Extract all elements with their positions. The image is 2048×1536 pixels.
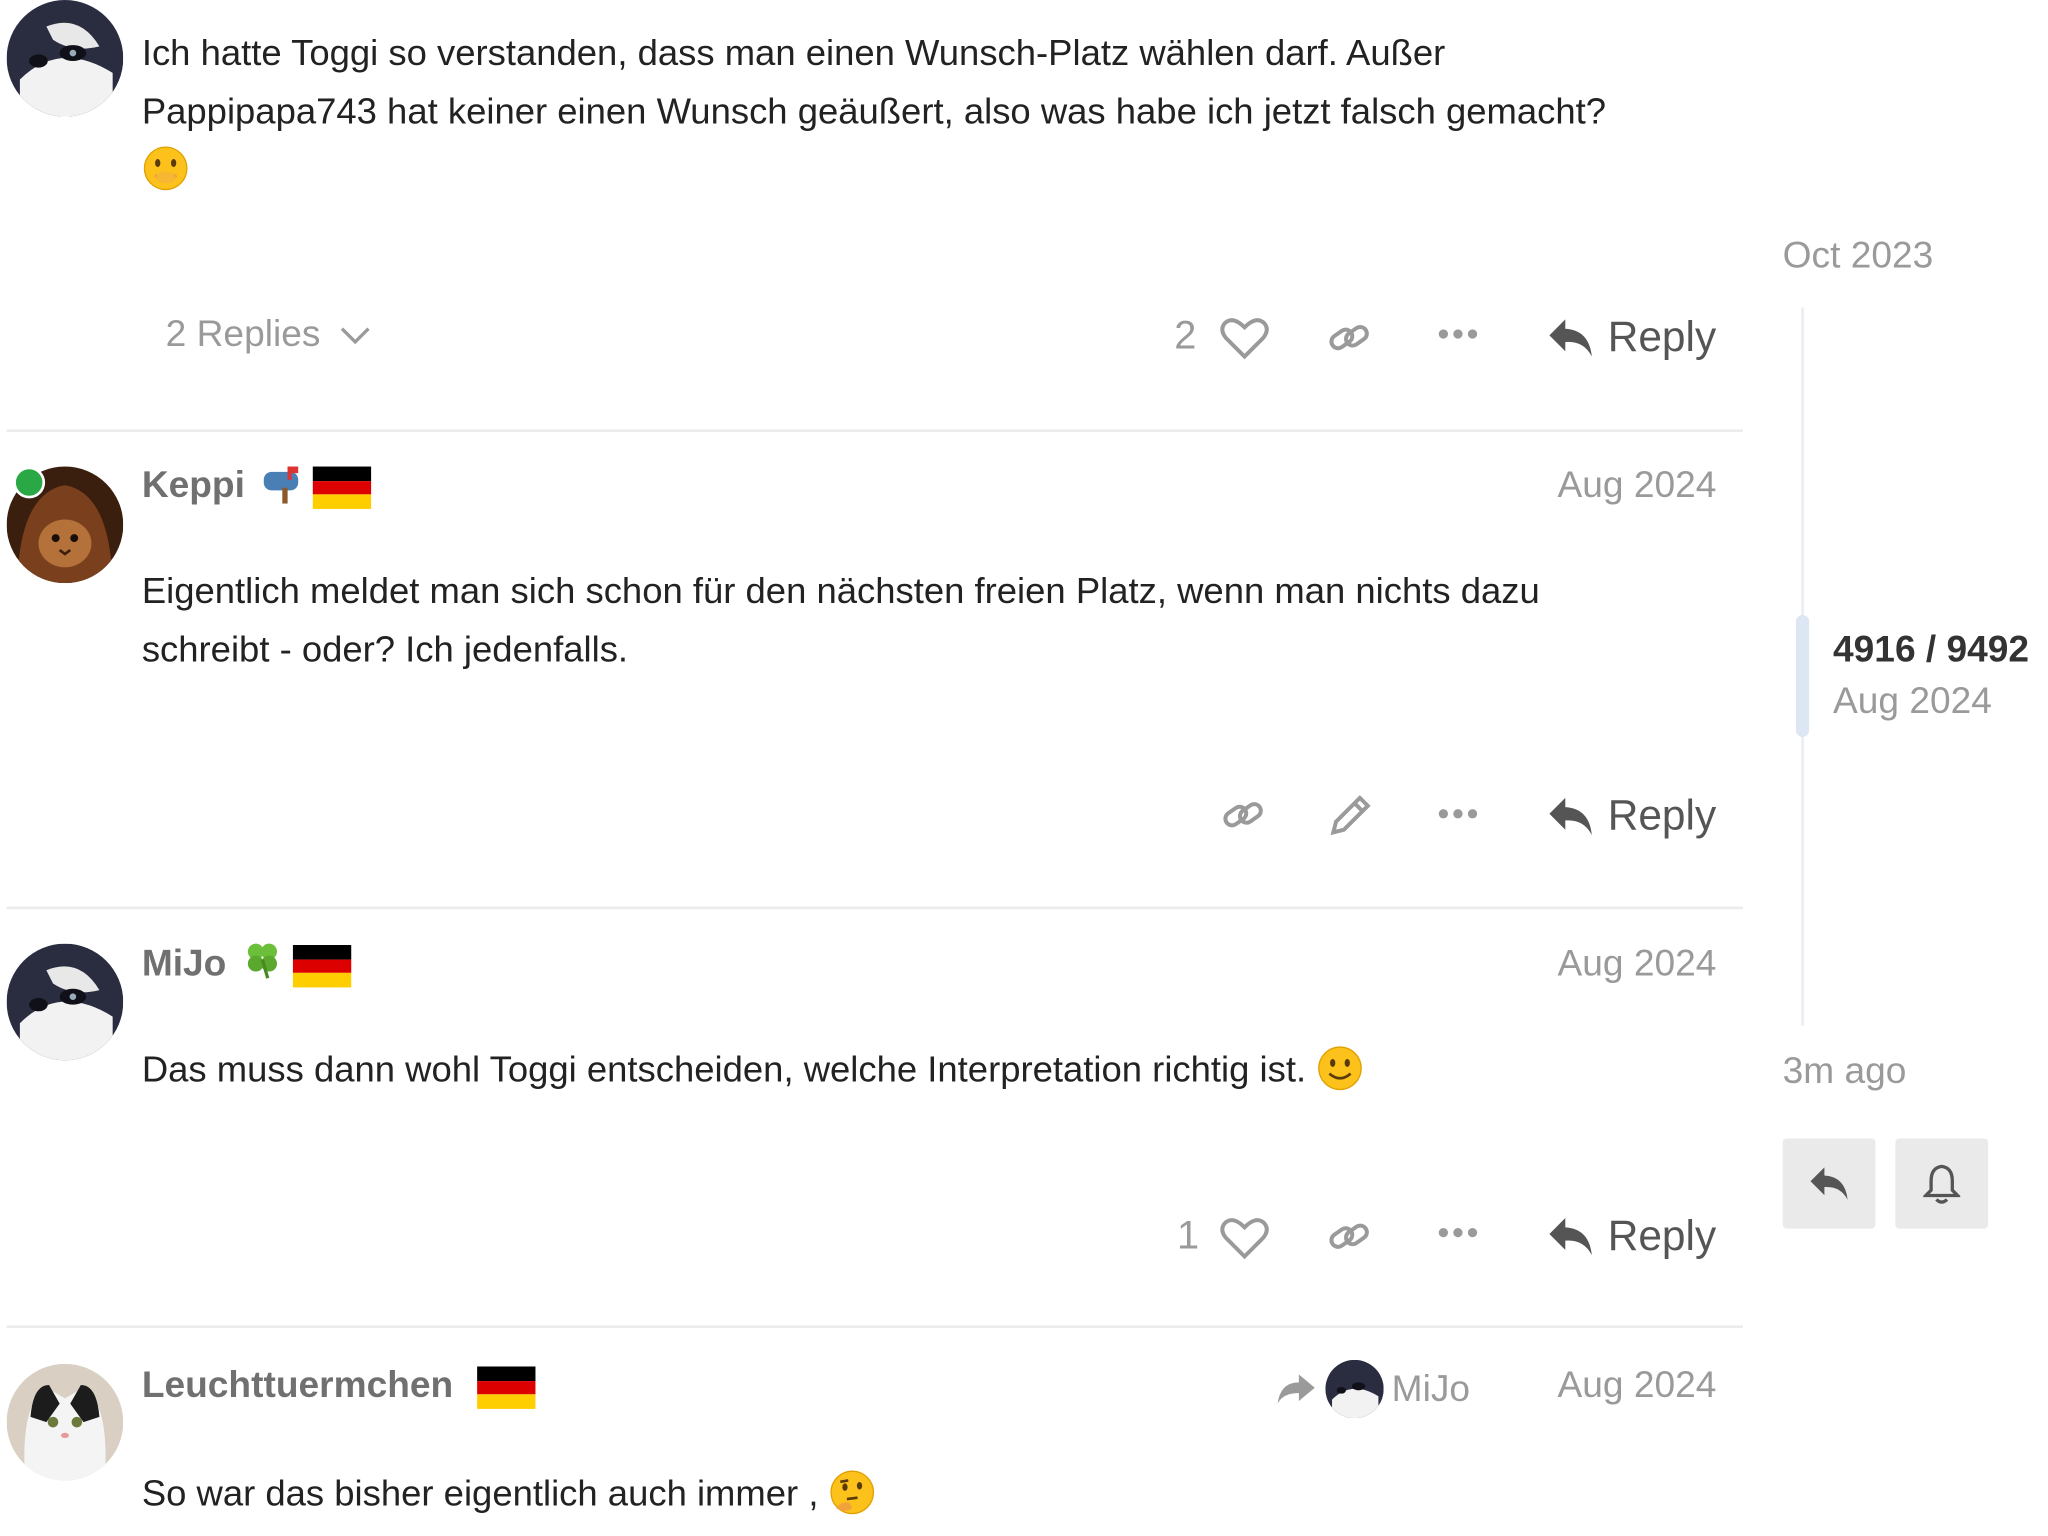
post-date[interactable]: Aug 2024 (1557, 942, 1716, 984)
post-text-line: Ich hatte Toggi so verstanden, dass man … (141, 31, 1446, 73)
bell-icon (1923, 1164, 1961, 1204)
post-username[interactable]: Leuchttuermchen (142, 1364, 453, 1406)
reply-to-avatar (1325, 1359, 1384, 1419)
timeline-scroll-handle[interactable] (1795, 614, 1810, 737)
timeline-position: 4916 / 9492 (1833, 628, 2030, 670)
post-divider (6, 906, 1743, 910)
notification-bell-button[interactable] (1895, 1138, 1989, 1229)
post-body: Eigentlich meldet man sich schon für den… (142, 562, 1732, 679)
timeline-end-label[interactable]: 3m ago (1783, 1050, 1907, 1092)
reply-arrow-icon (1810, 1167, 1848, 1200)
thinking-face-icon (829, 1470, 877, 1515)
avatar-mijo[interactable] (6, 943, 124, 1061)
slightly-smiling-face-icon (1316, 1046, 1364, 1091)
chevron-down-icon (339, 313, 371, 355)
more-options-icon[interactable] (1437, 326, 1479, 342)
mailbox-icon (261, 464, 303, 510)
post-body: Ich hatte Toggi so verstanden, dass man … (142, 24, 1732, 199)
link-icon[interactable] (1327, 318, 1372, 358)
like-count[interactable]: 1 (1177, 1214, 1199, 1259)
reply-label: Reply (1607, 312, 1717, 361)
avatar-mijo[interactable] (6, 0, 124, 117)
post-text-line: schreibt - oder? Ich jedenfalls. (141, 628, 629, 670)
reply-button[interactable]: Reply (1547, 1211, 1716, 1260)
post-body: Das muss dann wohl Toggi entscheiden, we… (142, 1040, 1732, 1098)
german-flag-icon (292, 945, 352, 988)
like-count[interactable]: 2 (1174, 314, 1196, 359)
more-options-icon[interactable] (1437, 1225, 1479, 1241)
timeline-start-date[interactable]: Oct 2023 (1783, 235, 1934, 277)
face-with-hand-over-mouth-icon (142, 140, 1732, 198)
post-divider (6, 1325, 1743, 1329)
edit-pencil-icon[interactable] (1325, 793, 1373, 841)
reply-label: Reply (1607, 1211, 1717, 1260)
post-text-line: So war das bisher eigentlich auch immer … (141, 1472, 819, 1514)
post-divider (6, 429, 1743, 433)
post-username[interactable]: Keppi (142, 464, 245, 506)
online-status-indicator (13, 466, 46, 499)
reply-button[interactable]: Reply (1547, 313, 1716, 362)
replies-label: 2 Replies (165, 312, 321, 354)
reply-to-indicator[interactable]: MiJo (1275, 1359, 1471, 1419)
post-text-line: Pappipapa743 hat keiner einen Wunsch geä… (141, 90, 1607, 132)
link-icon[interactable] (1221, 795, 1266, 835)
heart-icon[interactable] (1219, 1215, 1269, 1260)
more-options-icon[interactable] (1437, 806, 1479, 822)
clover-icon (241, 938, 283, 987)
reply-arrow-icon (1549, 318, 1592, 356)
post-date[interactable]: Aug 2024 (1557, 1364, 1716, 1406)
reply-label: Reply (1607, 791, 1717, 839)
timeline-position-date: Aug 2024 (1833, 679, 1992, 722)
reply-to-username: MiJo (1391, 1367, 1471, 1409)
post-body: So war das bisher eigentlich auch immer … (142, 1465, 1732, 1523)
avatar-leuchttuermchen[interactable] (6, 1363, 124, 1481)
post-text-line: Das muss dann wohl Toggi entscheiden, we… (141, 1048, 1307, 1090)
heart-icon[interactable] (1219, 315, 1269, 360)
replies-toggle[interactable]: 2 Replies (166, 313, 371, 355)
topic-stream: Ich hatte Toggi so verstanden, dass man … (0, 0, 2048, 1527)
topic-reply-button[interactable] (1782, 1138, 1876, 1229)
german-flag-icon (477, 1366, 536, 1409)
post-text-line: Eigentlich meldet man sich schon für den… (141, 569, 1540, 612)
reply-button[interactable]: Reply (1547, 791, 1716, 840)
share-arrow-icon (1277, 1374, 1315, 1404)
link-icon[interactable] (1327, 1217, 1372, 1257)
german-flag-icon (312, 466, 372, 509)
post-date[interactable]: Aug 2024 (1557, 464, 1716, 506)
reply-arrow-icon (1549, 797, 1592, 835)
reply-arrow-icon (1549, 1217, 1592, 1255)
post-username[interactable]: MiJo (142, 942, 227, 984)
